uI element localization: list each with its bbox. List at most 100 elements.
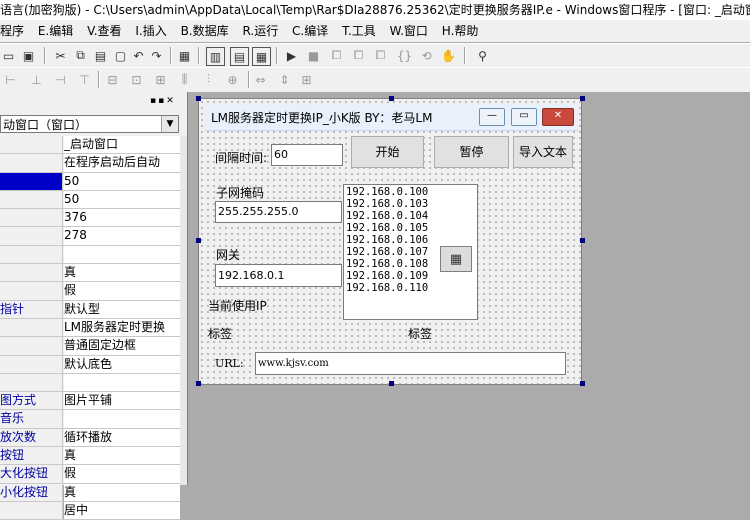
resize-handle[interactable]	[580, 381, 585, 386]
property-value[interactable]: 50	[64, 190, 180, 209]
ip-list-item[interactable]: 192.168.0.100	[346, 186, 475, 198]
property-value[interactable]: 居中	[64, 501, 180, 520]
resize-handle[interactable]	[389, 381, 394, 386]
resize-handle[interactable]	[196, 96, 201, 101]
start-button[interactable]: 开始	[351, 136, 424, 168]
menu-edit[interactable]: E.编辑	[38, 24, 73, 38]
run-icon[interactable]: ▶	[283, 47, 300, 64]
url-input[interactable]: www.kjsv.com	[255, 352, 566, 375]
align-top-icon[interactable]: ⊤	[76, 71, 93, 88]
property-value[interactable]: 在程序启动后自动	[64, 154, 180, 172]
v-space-icon[interactable]: ⫶	[200, 71, 217, 88]
paste-icon[interactable]: ▤	[92, 47, 109, 64]
menu-compile[interactable]: C.编译	[292, 24, 328, 38]
grid-all-icon[interactable]: ⊞	[298, 71, 315, 88]
layout-icon-3[interactable]: ▦	[252, 47, 271, 66]
center-h-icon[interactable]: ⊕	[224, 71, 241, 88]
same-width-icon[interactable]: ⊟	[104, 71, 121, 88]
property-row[interactable]: 按钮真	[0, 447, 180, 466]
step-icon-5[interactable]: ⟲	[418, 47, 435, 64]
step-icon-4[interactable]: {}	[396, 47, 413, 64]
align-center-icon[interactable]: ⊥	[28, 71, 45, 88]
grid-h-icon[interactable]: ⇔	[252, 71, 269, 88]
minimize-icon[interactable]: —	[479, 108, 505, 126]
property-value[interactable]: 假	[64, 282, 180, 300]
timer-component-icon[interactable]: ▦	[440, 246, 472, 272]
ip-list-item[interactable]: 192.168.0.105	[346, 222, 475, 234]
property-value[interactable]	[64, 373, 180, 392]
save-icon[interactable]: ▣	[20, 47, 37, 64]
menu-database[interactable]: B.数据库	[181, 24, 229, 38]
grid-v-icon[interactable]: ⇕	[276, 71, 293, 88]
menu-program[interactable]: 程序	[0, 24, 24, 38]
stop-icon[interactable]: ■	[305, 47, 322, 64]
menu-view[interactable]: V.查看	[87, 24, 121, 38]
property-value[interactable]: 普通固定边框	[64, 337, 180, 355]
step-icon-2[interactable]: ⧠	[350, 47, 367, 64]
menu-window[interactable]: W.窗口	[390, 24, 428, 38]
ip-list-item[interactable]: 192.168.0.103	[346, 198, 475, 210]
property-row[interactable]: 278	[0, 227, 180, 246]
property-row[interactable]: 放次数 循环播放	[0, 428, 180, 448]
property-row[interactable]: 居中	[0, 501, 180, 520]
close-icon[interactable]: ✕	[542, 108, 574, 126]
property-value[interactable]: 默认底色	[64, 355, 180, 373]
resize-handle[interactable]	[196, 238, 201, 243]
property-value[interactable]: 50	[64, 172, 180, 190]
property-row[interactable]	[0, 245, 180, 265]
property-value[interactable]: 循环播放	[64, 428, 180, 447]
resize-handle[interactable]	[580, 96, 585, 101]
copy-icon[interactable]: ⧉	[72, 47, 89, 64]
chevron-down-icon[interactable]: ▼	[161, 116, 178, 132]
h-space-icon[interactable]: ⫼	[176, 71, 193, 88]
property-row[interactable]: 假	[0, 282, 180, 301]
align-right-icon[interactable]: ⊣	[52, 71, 69, 88]
property-row[interactable]: 大化按钮假	[0, 465, 180, 484]
property-row[interactable]: 50	[0, 190, 180, 210]
open-icon[interactable]: ▭	[0, 47, 17, 64]
menu-help[interactable]: H.帮助	[442, 24, 479, 38]
gateway-input[interactable]: 192.168.0.1	[215, 264, 342, 287]
ip-list-item[interactable]: 192.168.0.106	[346, 234, 475, 246]
property-value[interactable]	[64, 410, 180, 428]
property-row[interactable]: 376	[0, 209, 180, 228]
interval-input[interactable]: 60	[271, 144, 343, 166]
menu-run[interactable]: R.运行	[242, 24, 278, 38]
property-value[interactable]: 图片平铺	[64, 392, 180, 410]
redo-icon[interactable]: ↷	[148, 47, 165, 64]
resize-handle[interactable]	[580, 238, 585, 243]
property-value[interactable]: 278	[64, 227, 180, 245]
step-icon-1[interactable]: ⧠	[328, 47, 345, 64]
property-value[interactable]: 假	[64, 465, 180, 483]
property-value[interactable]: LM服务器定时更换	[64, 318, 180, 337]
property-value[interactable]: 真	[64, 264, 180, 282]
align-left-icon[interactable]: ⊢	[2, 71, 19, 88]
find-icon[interactable]: ▦	[176, 47, 193, 64]
subnet-input[interactable]: 255.255.255.0	[215, 201, 342, 223]
property-row[interactable]: _启动窗口	[0, 136, 180, 155]
menu-insert[interactable]: I.插入	[135, 24, 166, 38]
property-row[interactable]: LM服务器定时更换	[0, 318, 180, 338]
ip-list-item[interactable]: 192.168.0.104	[346, 210, 475, 222]
binoculars-icon[interactable]: ⚲	[474, 47, 491, 64]
property-value[interactable]: 376	[64, 209, 180, 227]
property-scrollbar[interactable]	[180, 136, 187, 485]
object-combo[interactable]: 动窗口（窗口） ▼	[0, 115, 179, 133]
hand-icon[interactable]: ✋	[440, 47, 457, 64]
property-row[interactable]: 默认底色	[0, 355, 180, 374]
pause-button[interactable]: 暂停	[434, 136, 509, 168]
panel-controls-icon[interactable]: ▪▪✕	[150, 96, 176, 106]
undo-icon[interactable]: ↶	[130, 47, 147, 64]
property-value[interactable]: 真	[64, 447, 180, 465]
layout-icon-2[interactable]: ▤	[230, 47, 249, 66]
property-row[interactable]: 50	[0, 172, 180, 191]
property-row[interactable]: 指针 默认型	[0, 300, 180, 319]
cut-icon[interactable]: ✂	[52, 47, 69, 64]
property-value[interactable]: 真	[64, 483, 180, 501]
import-text-button[interactable]: 导入文本	[513, 136, 573, 168]
resize-handle[interactable]	[196, 381, 201, 386]
property-row[interactable]: 普通固定边框	[0, 337, 180, 356]
property-row[interactable]	[0, 373, 180, 393]
property-value[interactable]: _启动窗口	[64, 136, 180, 154]
step-icon-3[interactable]: ⧠	[372, 47, 389, 64]
